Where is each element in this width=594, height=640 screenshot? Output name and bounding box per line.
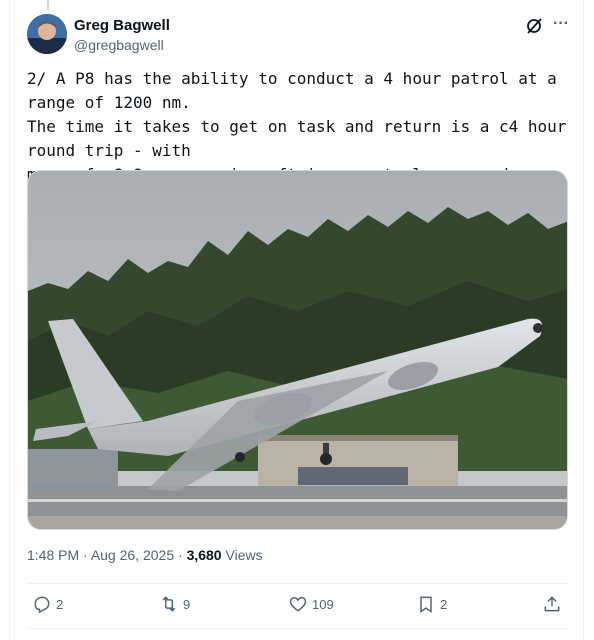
tweet-image[interactable] bbox=[27, 170, 568, 530]
timeline-border-left bbox=[9, 0, 10, 640]
views-count: 3,680 bbox=[186, 547, 222, 563]
author-handle[interactable]: @gregbagwell bbox=[74, 37, 164, 53]
thread-connector-line bbox=[47, 0, 49, 10]
reply-button[interactable]: 2 bbox=[32, 594, 63, 614]
grok-icon[interactable] bbox=[525, 17, 543, 35]
like-button[interactable]: 109 bbox=[288, 594, 334, 614]
repost-icon bbox=[162, 596, 176, 612]
divider bbox=[27, 628, 568, 629]
divider bbox=[27, 583, 568, 584]
like-icon bbox=[289, 596, 307, 612]
like-count: 109 bbox=[312, 596, 334, 612]
meta-separator: · bbox=[79, 547, 91, 563]
timeline-border-right bbox=[583, 0, 584, 640]
tweet-meta: 1:48 PM · Aug 26, 2025 · 3,680 Views bbox=[27, 547, 263, 563]
views-label: Views bbox=[221, 547, 263, 563]
bookmark-icon bbox=[420, 596, 432, 613]
avatar[interactable] bbox=[27, 14, 67, 54]
share-icon bbox=[544, 596, 560, 612]
more-icon[interactable]: ··· bbox=[553, 15, 569, 33]
share-button[interactable] bbox=[542, 594, 566, 614]
repost-count: 9 bbox=[183, 596, 191, 612]
bookmark-count: 2 bbox=[440, 596, 448, 612]
author-name[interactable]: Greg Bagwell bbox=[74, 17, 170, 34]
reply-icon bbox=[34, 596, 50, 614]
meta-separator: · bbox=[174, 547, 187, 563]
tweet-date[interactable]: Aug 26, 2025 bbox=[91, 547, 174, 563]
reply-count: 2 bbox=[56, 596, 64, 612]
tweet-time[interactable]: 1:48 PM bbox=[27, 547, 79, 563]
repost-button[interactable]: 9 bbox=[159, 594, 190, 614]
bookmark-button[interactable]: 2 bbox=[416, 594, 447, 614]
